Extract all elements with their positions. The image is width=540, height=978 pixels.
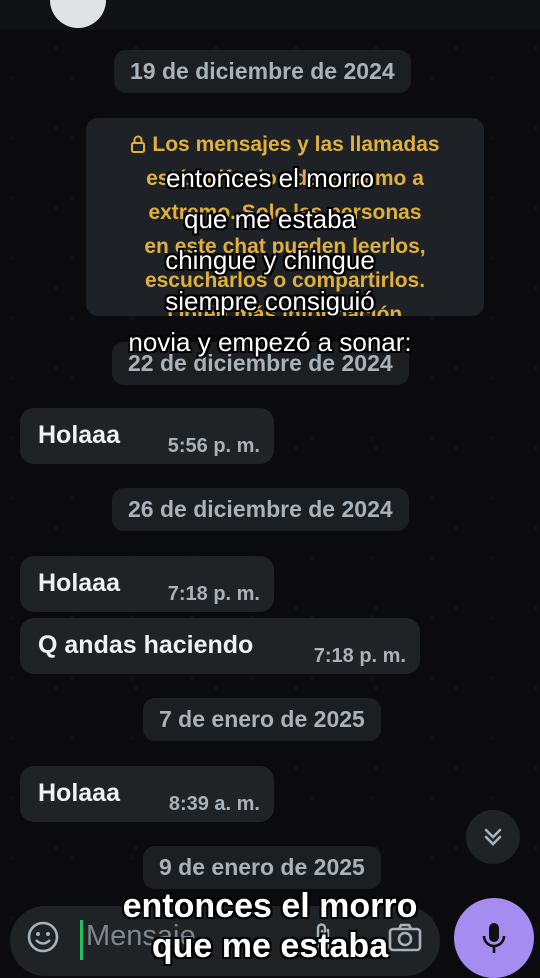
caption-line: siempre consiguió (165, 286, 375, 316)
message-text: Holaaa (38, 421, 120, 449)
message-text: Holaaa (38, 779, 120, 807)
caption-line: entonces el morro (122, 887, 418, 925)
video-caption-bottom: entonces el morro que me estaba (0, 886, 540, 966)
message-bubble[interactable]: Holaaa 8:39 a. m. (20, 766, 274, 822)
date-chip: 26 de diciembre de 2024 (112, 488, 409, 531)
message-time: 5:56 p. m. (167, 435, 260, 457)
message-bubble[interactable]: Holaaa 7:18 p. m. (20, 556, 274, 612)
lock-icon (131, 135, 146, 153)
caption-line: que me estaba (183, 204, 356, 234)
message-bubble[interactable]: Holaaa 5:56 p. m. (20, 408, 274, 464)
scroll-to-bottom-button[interactable] (466, 810, 520, 864)
caption-line: que me estaba (151, 927, 389, 965)
message-time: 7:18 p. m. (313, 645, 406, 667)
contact-avatar[interactable] (50, 0, 106, 28)
caption-line: chingue y chingue (165, 245, 375, 275)
message-time: 8:39 a. m. (168, 793, 260, 815)
date-chip: 7 de enero de 2025 (143, 698, 381, 741)
date-chip: 19 de diciembre de 2024 (114, 50, 411, 93)
caption-line: novia y empezó a sonar: (128, 327, 412, 357)
message-text: Q andas haciendo (38, 631, 254, 659)
message-bubble[interactable]: Q andas haciendo 7:18 p. m. (20, 618, 420, 674)
caption-line: entonces el morro (165, 163, 375, 193)
chevron-double-down-icon (484, 828, 502, 846)
chat-header[interactable] (0, 0, 540, 30)
message-text: Holaaa (38, 569, 120, 597)
date-chip: 9 de enero de 2025 (143, 846, 381, 889)
notice-line: Los mensajes y las llamadas (102, 128, 468, 162)
video-caption: entonces el morro que me estaba chingue … (0, 158, 540, 363)
message-time: 7:18 p. m. (167, 583, 260, 605)
